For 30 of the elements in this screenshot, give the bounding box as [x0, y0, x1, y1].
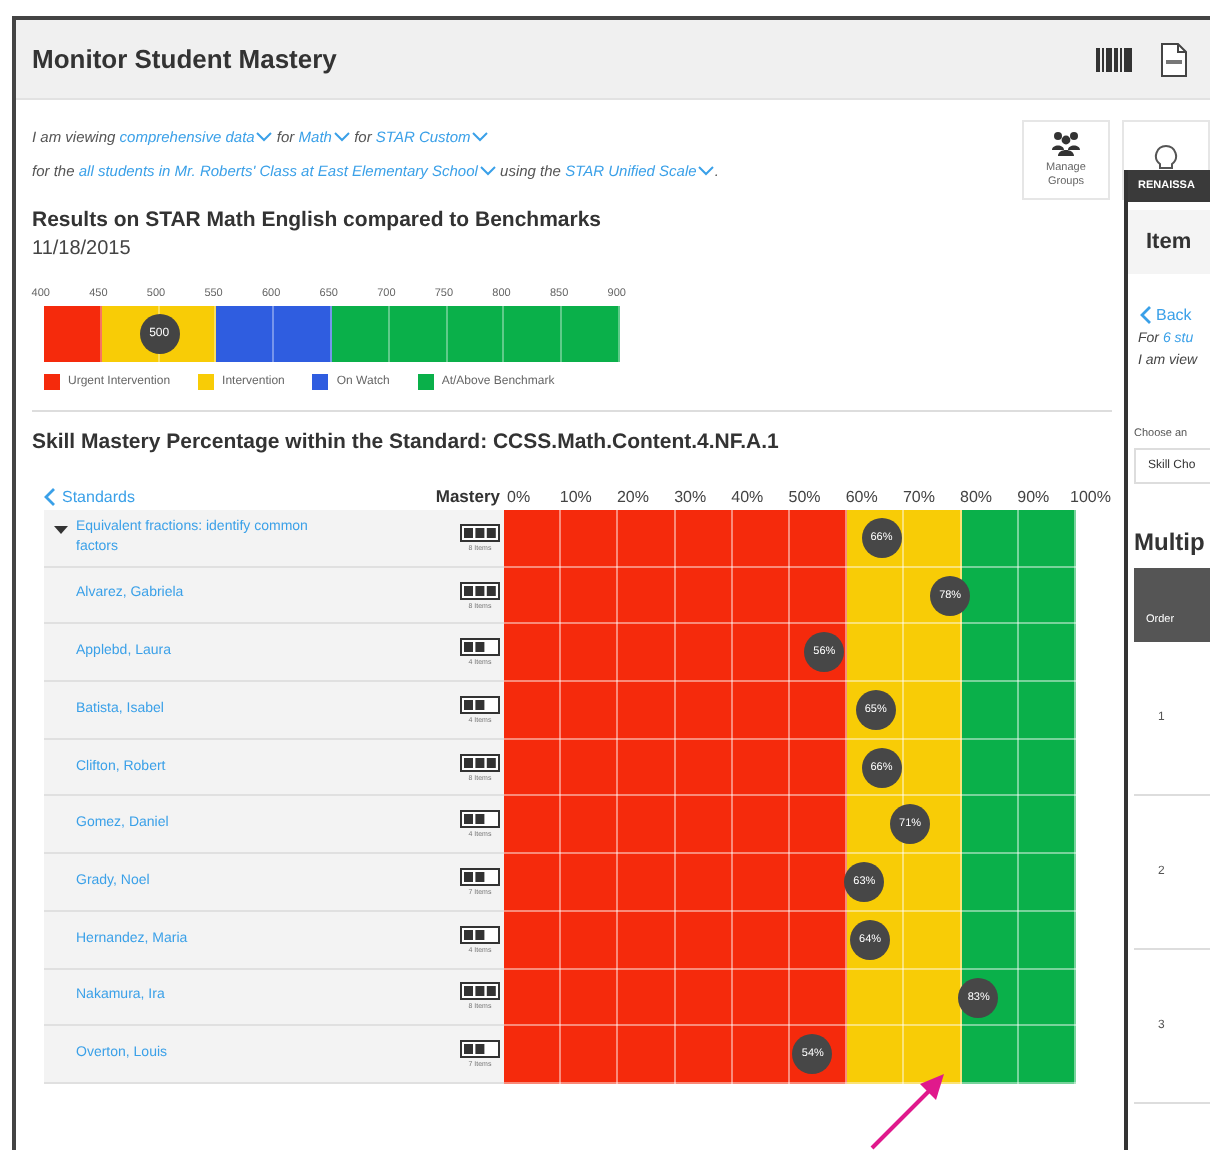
- mastery-column-header: Mastery: [433, 486, 500, 506]
- results-title: Results on STAR Math English compared to Benchmarks: [32, 208, 602, 232]
- back-link[interactable]: Back: [1140, 306, 1210, 324]
- percent-axis-label: 50%: [786, 487, 823, 505]
- pdf-icon[interactable]: [1160, 41, 1188, 77]
- percent-axis-label: 100%: [1068, 487, 1113, 505]
- percent-axis-label: 80%: [958, 487, 995, 505]
- chevron-down-icon[interactable]: [256, 132, 273, 142]
- percent-axis-label: 60%: [843, 487, 880, 505]
- chevron-left-icon[interactable]: [1140, 306, 1152, 324]
- percent-axis-label: 90%: [1015, 487, 1052, 505]
- people-icon[interactable]: [1050, 130, 1082, 159]
- percent-axis-label: 10%: [557, 487, 594, 505]
- chevron-down-icon[interactable]: [333, 132, 350, 142]
- chevron-down-icon[interactable]: [698, 166, 715, 176]
- percent-axis-label: 70%: [900, 487, 937, 505]
- mastery-title: Skill Mastery Percentage within the Standard: CCSS.Math.Content.4.NF.A.1: [32, 430, 779, 454]
- percent-axis-label: 30%: [672, 487, 709, 505]
- chevron-down-icon[interactable]: [472, 132, 489, 142]
- caret-icon[interactable]: [54, 526, 68, 534]
- chevron-down-icon[interactable]: [479, 166, 496, 176]
- chevron-left-icon[interactable]: [44, 487, 56, 505]
- panel-title: Item: [1146, 230, 1192, 254]
- section-title: Multip: [1134, 528, 1207, 556]
- standards-back-link[interactable]: Standards: [44, 487, 412, 505]
- page-title: Monitor Student Mastery: [32, 44, 337, 74]
- percent-axis-label: 20%: [614, 487, 651, 505]
- percent-axis-label: 40%: [729, 487, 766, 505]
- results-date: 11/18/2015: [32, 238, 131, 260]
- barcode-icon[interactable]: [1096, 47, 1132, 71]
